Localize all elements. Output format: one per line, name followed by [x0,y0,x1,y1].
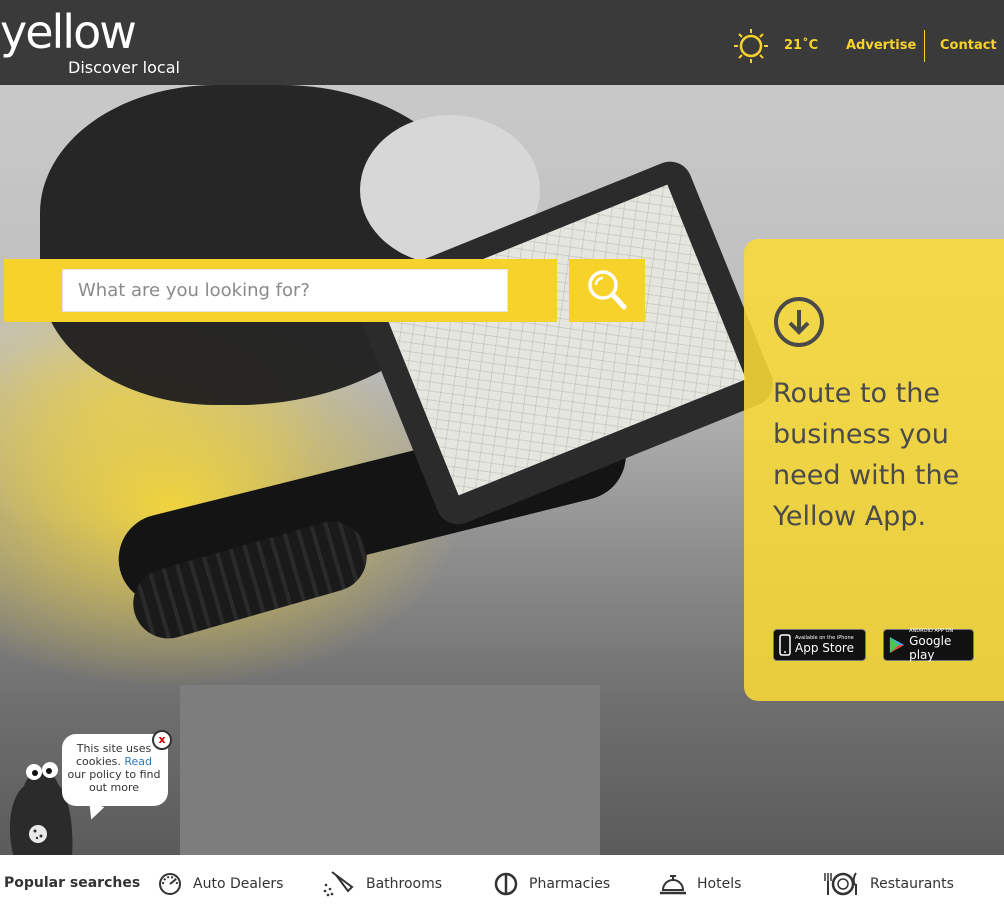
popular-item-auto-dealers[interactable]: Auto Dealers [157,871,283,897]
popular-item-restaurants[interactable]: Restaurants [822,871,954,897]
popular-searches: Popular searches Auto Dealers Bathrooms … [0,855,1004,907]
nav-advertise-link[interactable]: Advertise [846,38,916,53]
search-bar [4,259,557,322]
nav-divider [924,30,925,62]
google-play-button[interactable]: ANDROID APP ON Google play [883,628,974,662]
search-input[interactable] [62,269,508,312]
temperature: 21˚C [784,38,819,53]
play-store-icon [889,636,905,654]
sun-icon [734,29,768,63]
cookie-notice: This site uses cookies. Read our policy … [0,728,180,858]
service-bell-icon [660,875,686,895]
logo-wordmark: yellow [0,5,137,59]
cutlery-icon [824,872,857,896]
search-icon [588,270,627,310]
cookie-policy-link[interactable]: Read [124,755,152,768]
iphone-icon [779,634,791,656]
search-button[interactable] [569,259,645,322]
nav-contact-link[interactable]: Contact [940,38,997,53]
shower-icon [323,871,354,897]
popular-item-hotels[interactable]: Hotels [659,871,741,897]
download-icon[interactable] [772,295,826,349]
logo[interactable]: yellow Discover local [0,6,190,78]
app-promo-panel: Route to the business you need with the … [744,239,1004,701]
car-gauge-icon [159,873,181,895]
pill-icon [494,872,518,896]
site-header: yellow Discover local 21˚C Advertise Con… [0,0,1004,85]
popular-item-bathrooms[interactable]: Bathrooms [322,871,442,897]
cookie-message: This site uses cookies. Read our policy … [67,742,161,794]
app-promo-text: Route to the business you need with the … [773,378,960,532]
cookie-close-button[interactable]: x [152,730,172,750]
logo-tagline: Discover local [68,58,180,77]
popular-searches-title: Popular searches [4,875,141,891]
app-store-button[interactable]: Available on the iPhone App Store [773,629,866,661]
popular-item-pharmacies[interactable]: Pharmacies [493,871,610,897]
